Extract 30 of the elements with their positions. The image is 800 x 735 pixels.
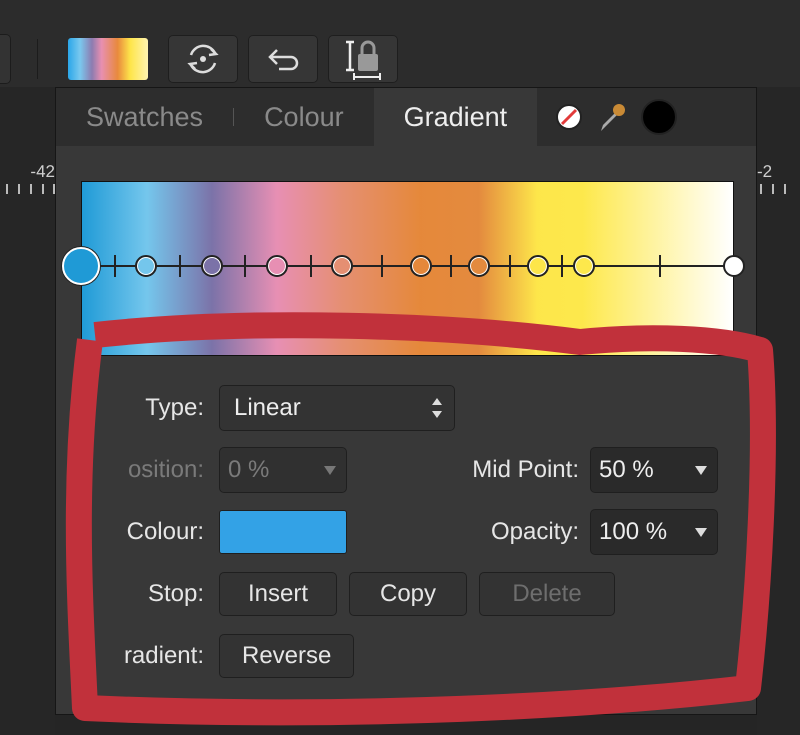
position-label: osition: bbox=[126, 456, 205, 484]
dropdown-arrow-icon bbox=[695, 528, 707, 536]
stepper-icon bbox=[432, 397, 442, 419]
panel-tab[interactable]: Swatches bbox=[56, 88, 234, 146]
gradient-button[interactable]: Reverse bbox=[219, 634, 354, 678]
type-label: Type: bbox=[144, 394, 205, 422]
mid-point-field[interactable]: 50 % bbox=[590, 447, 718, 493]
panel-tab[interactable]: Colour bbox=[234, 88, 374, 146]
panel-tab[interactable]: Gradient bbox=[374, 88, 538, 146]
dropdown-arrow-icon bbox=[695, 466, 707, 474]
return-button[interactable] bbox=[248, 34, 318, 82]
ruler-label: -2 bbox=[757, 162, 772, 182]
gradient-swatch[interactable] bbox=[68, 38, 148, 80]
no-fill-icon[interactable] bbox=[555, 103, 584, 131]
opacity-field[interactable]: 100 % bbox=[590, 509, 718, 555]
stop-button[interactable]: Copy bbox=[349, 572, 467, 616]
opacity-label: Opacity: bbox=[490, 518, 580, 546]
stop-button[interactable]: Insert bbox=[219, 572, 337, 616]
gradient-label: radient: bbox=[122, 642, 205, 670]
gradient-stop[interactable] bbox=[723, 255, 745, 277]
colour-swatch[interactable] bbox=[219, 510, 347, 554]
dropdown-arrow-icon bbox=[324, 466, 336, 474]
colour-label: Colour: bbox=[126, 518, 205, 546]
lock-button[interactable] bbox=[328, 34, 398, 82]
transform-button[interactable] bbox=[168, 34, 238, 82]
ruler-ticks bbox=[5, 182, 55, 194]
ruler-label: -42 bbox=[30, 162, 55, 182]
stop-label: Stop: bbox=[146, 580, 205, 608]
type-select[interactable]: Linear bbox=[219, 385, 455, 431]
mid-point-label: Mid Point: bbox=[471, 456, 580, 484]
